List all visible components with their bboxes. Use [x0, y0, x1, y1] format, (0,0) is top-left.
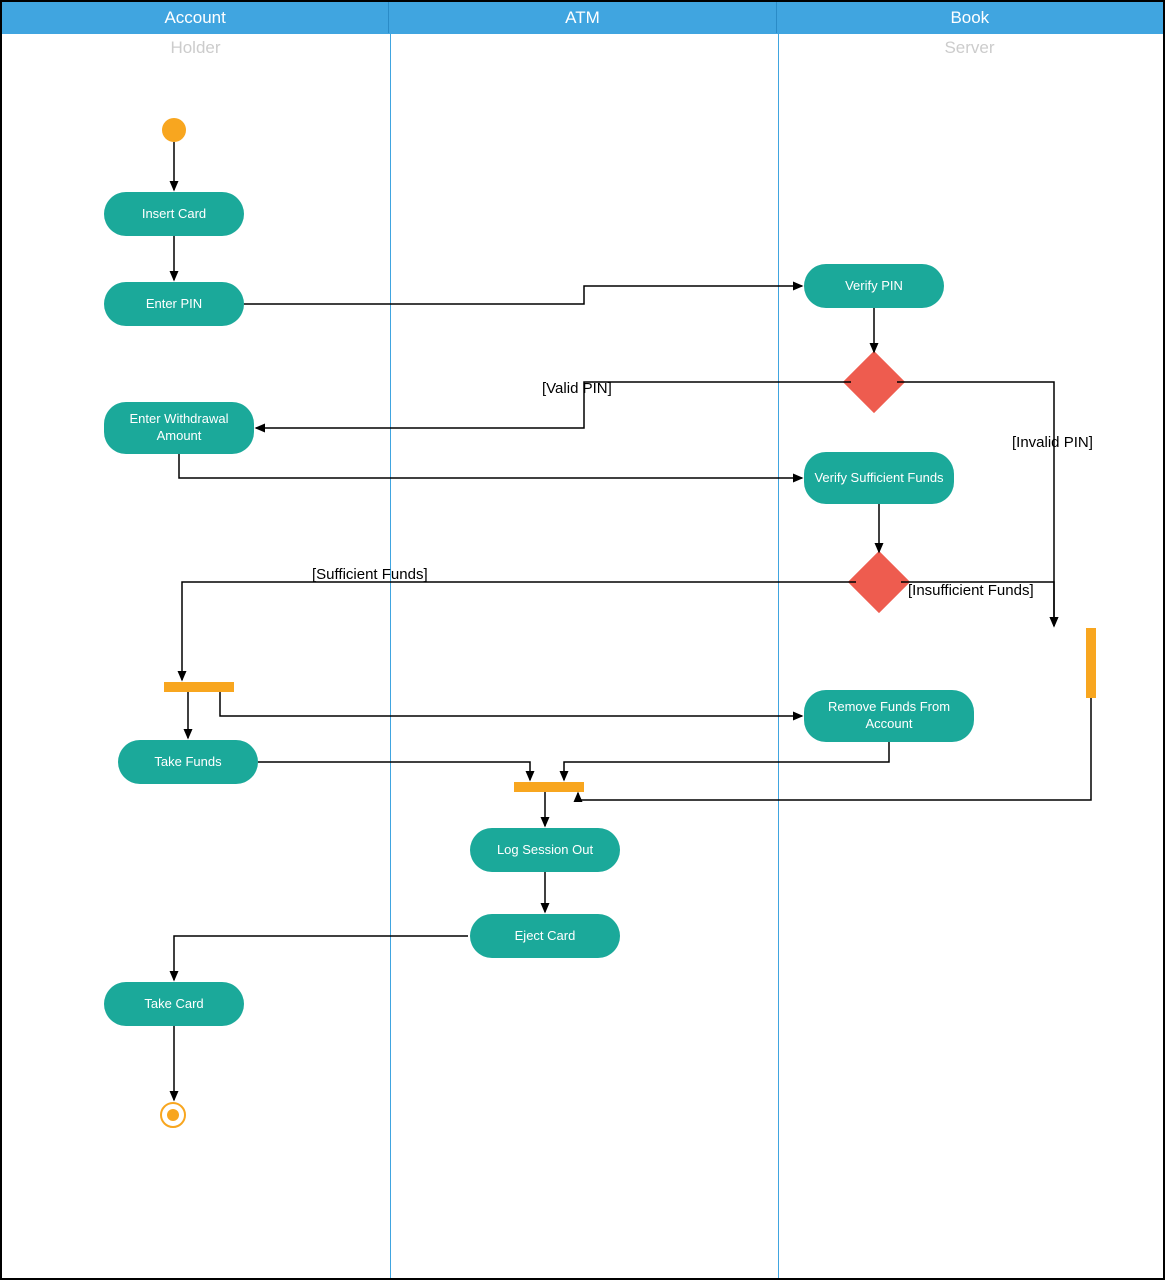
activity-remove-funds: Remove Funds From Account — [804, 690, 974, 742]
final-node — [160, 1102, 186, 1128]
edge-label-invalid-pin: [Invalid PIN] — [1012, 434, 1093, 451]
lane-subheader-atm — [389, 36, 776, 58]
activity-enter-pin: Enter PIN — [104, 282, 244, 326]
activity-enter-withdrawal: Enter Withdrawal Amount — [104, 402, 254, 454]
lane-header-atm: ATM — [389, 2, 776, 33]
edge-label-sufficient-funds: [Sufficient Funds] — [312, 566, 428, 583]
lane-divider-2 — [778, 34, 779, 1278]
lane-divider-1 — [390, 34, 391, 1278]
lane-subheader-server: Server — [776, 36, 1163, 58]
activity-take-card: Take Card — [104, 982, 244, 1026]
decision-funds — [848, 551, 910, 613]
lane-subheader-holder: Holder — [2, 36, 389, 58]
edge-label-valid-pin: [Valid PIN] — [542, 380, 612, 397]
activity-verify-funds: Verify Sufficient Funds — [804, 452, 954, 504]
fork-bar-left — [164, 682, 234, 692]
initial-node — [162, 118, 186, 142]
lane-header-book: Book — [777, 2, 1163, 33]
activity-eject-card: Eject Card — [470, 914, 620, 958]
activity-log-session-out: Log Session Out — [470, 828, 620, 872]
join-bar-middle — [514, 782, 584, 792]
swimlane-subheaders: Holder Server — [2, 36, 1163, 58]
activity-insert-card: Insert Card — [104, 192, 244, 236]
activity-take-funds: Take Funds — [118, 740, 258, 784]
swimlane-headers: Account ATM Book — [2, 2, 1163, 34]
edge-label-insufficient-funds: [Insufficient Funds] — [908, 582, 1034, 599]
activity-verify-pin: Verify PIN — [804, 264, 944, 308]
lane-header-account: Account — [2, 2, 389, 33]
join-bar-right — [1086, 628, 1096, 698]
activity-diagram: Account ATM Book Holder Server Insert Ca… — [0, 0, 1165, 1280]
decision-pin — [843, 351, 905, 413]
